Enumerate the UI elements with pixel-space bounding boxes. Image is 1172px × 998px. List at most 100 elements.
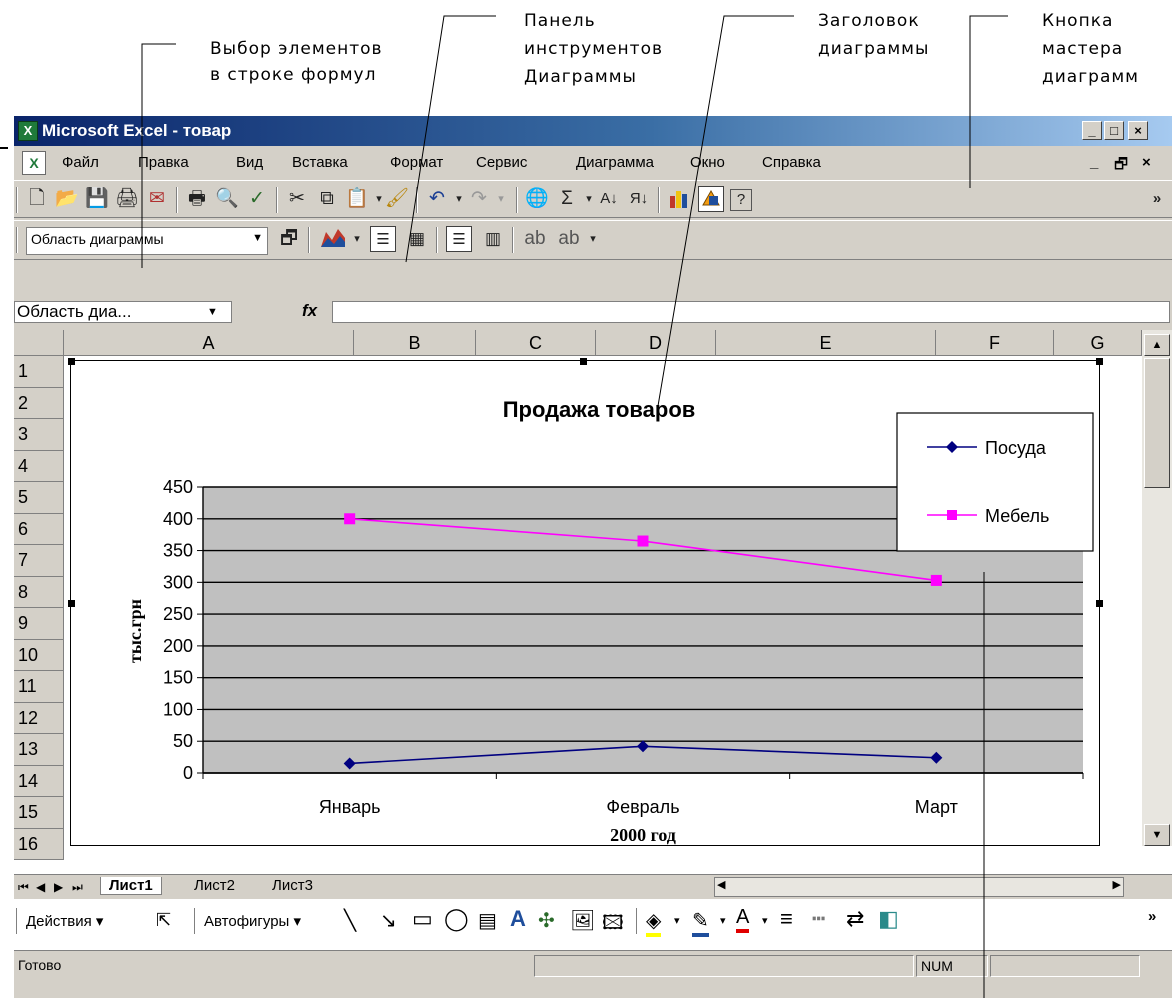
worksheet-grid[interactable]: A B C D E F G 1 2 3 4 5 6 7 8 9 10 11 12 13 14 15 16 ▲ …	[14, 330, 1172, 950]
row-header[interactable]: 10	[14, 639, 64, 671]
3d-style-icon[interactable]: ◧	[878, 906, 899, 932]
selection-handle[interactable]	[68, 358, 75, 365]
rectangle-icon[interactable]: ▭	[412, 906, 433, 932]
save-icon[interactable]: 💾	[84, 186, 110, 212]
column-header-d[interactable]: D	[596, 330, 716, 356]
selection-handle[interactable]	[1096, 358, 1103, 365]
row-header[interactable]: 9	[14, 608, 64, 640]
chart-area[interactable]: Продажа товаров 0 50 100 150 200 250 300 350 400 4…	[70, 360, 1100, 846]
line-icon[interactable]: ╲	[344, 908, 356, 933]
diagram-icon[interactable]: ✣	[538, 908, 555, 933]
title-bar[interactable]: X Microsoft Excel - товар _ □ ×	[14, 116, 1172, 146]
row-header[interactable]: 5	[14, 482, 64, 514]
fill-color-dropdown-icon[interactable]: ▾	[674, 914, 680, 927]
column-header-c[interactable]: C	[476, 330, 596, 356]
menu-chart[interactable]: Диаграмма	[576, 154, 654, 171]
menu-help[interactable]: Справка	[762, 154, 821, 171]
line-chart[interactable]: Продажа товаров 0 50 100 150 200 250 300 350 400 4…	[71, 361, 1099, 845]
redo-dropdown-icon[interactable]: ▾	[488, 186, 514, 212]
column-header-e[interactable]: E	[716, 330, 936, 356]
chevron-down-icon[interactable]: ▼	[252, 232, 263, 244]
email-icon[interactable]: ✉	[144, 186, 170, 212]
close-button[interactable]: ×	[1128, 121, 1148, 140]
spelling-icon[interactable]: ✓	[244, 186, 270, 212]
vertical-scrollbar[interactable]: ▲ ▼	[1142, 330, 1172, 846]
open-folder-icon[interactable]: 📂	[54, 186, 80, 212]
row-header[interactable]: 12	[14, 702, 64, 734]
selection-handle[interactable]	[68, 600, 75, 607]
new-document-icon[interactable]: 🗋	[24, 186, 50, 212]
fill-color-icon[interactable]: ◈	[646, 908, 662, 937]
scroll-right-icon[interactable]: ▶	[1113, 878, 1121, 891]
scroll-up-icon[interactable]: ▲	[1144, 334, 1170, 356]
column-header-g[interactable]: G	[1054, 330, 1142, 356]
select-all-corner[interactable]	[14, 330, 64, 356]
sort-ascending-icon[interactable]: A↓	[596, 186, 622, 212]
copy-icon[interactable]: ⧉	[314, 186, 340, 212]
doc-minimize-button[interactable]: _	[1090, 154, 1098, 171]
menu-format[interactable]: Формат	[390, 154, 443, 171]
sheet-tab-2[interactable]: Лист2	[186, 877, 243, 894]
last-sheet-icon[interactable]: ⏭	[72, 880, 83, 895]
row-header[interactable]: 1	[14, 356, 64, 388]
format-painter-icon[interactable]: 🖌	[384, 186, 410, 212]
name-box[interactable]: Область диа... ▼	[14, 301, 232, 323]
drawing-toggle-icon[interactable]	[698, 186, 724, 212]
format-chart-area-icon[interactable]: 🗗	[276, 226, 302, 252]
toolbar-options-icon[interactable]: ▾	[580, 226, 606, 252]
insert-picture-icon[interactable]: 🖾	[602, 908, 624, 942]
first-sheet-icon[interactable]: ⏮	[18, 880, 29, 895]
hyperlink-icon[interactable]: 🌐	[524, 186, 550, 212]
cut-icon[interactable]: ✂	[284, 186, 310, 212]
menu-tools[interactable]: Сервис	[476, 154, 527, 171]
row-header[interactable]: 11	[14, 671, 64, 703]
sheet-tab-3[interactable]: Лист3	[264, 877, 321, 894]
row-header[interactable]: 15	[14, 797, 64, 829]
doc-restore-button[interactable]: 🗗	[1114, 154, 1128, 179]
select-objects-icon[interactable]: ⇱	[156, 910, 171, 931]
row-header[interactable]: 14	[14, 765, 64, 797]
minimize-button[interactable]: _	[1082, 121, 1102, 140]
workbook-icon[interactable]: X	[22, 151, 46, 175]
wordart-icon[interactable]: A	[510, 906, 526, 932]
by-column-icon[interactable]: ▥	[480, 226, 506, 252]
sheet-tab-1[interactable]: Лист1	[100, 877, 162, 895]
row-header[interactable]: 7	[14, 545, 64, 577]
doc-close-button[interactable]: ×	[1142, 154, 1151, 171]
clip-art-icon[interactable]: 🖼	[570, 908, 595, 933]
row-header[interactable]: 16	[14, 828, 64, 860]
chart-type-icon[interactable]	[320, 226, 346, 252]
row-header[interactable]: 13	[14, 734, 64, 766]
column-header-a[interactable]: A	[64, 330, 354, 356]
row-header[interactable]: 4	[14, 450, 64, 482]
toolbar-overflow-icon[interactable]: »	[1148, 908, 1156, 925]
scroll-left-icon[interactable]: ◀	[717, 878, 725, 891]
text-box-icon[interactable]: ▤	[478, 908, 497, 933]
chart-type-dropdown-icon[interactable]: ▾	[344, 226, 370, 252]
row-header[interactable]: 8	[14, 576, 64, 608]
autoshapes-menu[interactable]: Автофигуры ▾	[204, 912, 301, 930]
data-table-icon[interactable]: ▦	[404, 226, 430, 252]
horizontal-scrollbar[interactable]: ◀ ▶	[714, 877, 1124, 897]
dash-style-icon[interactable]: ┅	[812, 906, 825, 932]
selection-handle[interactable]	[1096, 600, 1103, 607]
angle-text-downward-icon[interactable]: ab	[522, 226, 548, 252]
chart-wizard-icon[interactable]	[666, 186, 692, 212]
line-color-icon[interactable]: ✎	[692, 908, 709, 937]
insert-function-icon[interactable]: fx	[302, 301, 317, 321]
legend-icon[interactable]: ☰	[370, 226, 396, 252]
menu-window[interactable]: Окно	[690, 154, 725, 171]
prev-sheet-icon[interactable]: ◀	[36, 880, 45, 894]
formula-input[interactable]	[332, 301, 1170, 323]
chevron-down-icon[interactable]: ▼	[207, 302, 218, 322]
help-icon[interactable]: ?	[730, 189, 752, 211]
menu-edit[interactable]: Правка	[138, 154, 189, 171]
by-row-icon[interactable]: ☰	[446, 226, 472, 252]
menu-file[interactable]: Файл	[62, 154, 99, 171]
permission-icon[interactable]: 🖨	[114, 186, 140, 212]
selection-handle[interactable]	[580, 358, 587, 365]
arrow-style-icon[interactable]: ⇄	[846, 906, 864, 932]
toolbar-overflow-icon[interactable]: »	[1144, 186, 1170, 212]
menu-view[interactable]: Вид	[236, 154, 263, 171]
scroll-thumb[interactable]	[1144, 358, 1170, 488]
